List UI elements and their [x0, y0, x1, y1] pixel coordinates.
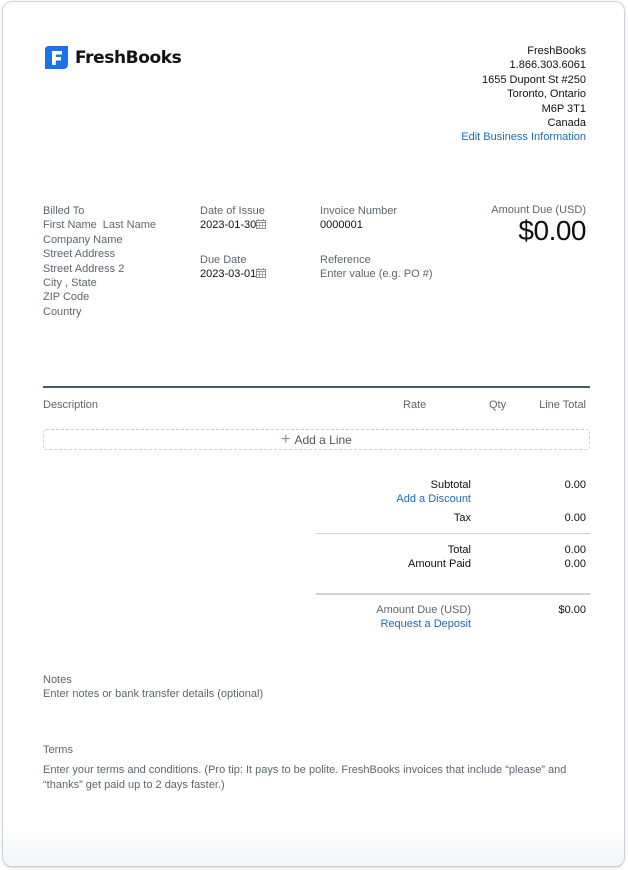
company-name-field[interactable]: Company Name: [43, 233, 156, 247]
column-header-qty: Qty: [489, 399, 507, 411]
dates-section: Date of Issue 2023-01-30 Due Date 2023-0…: [200, 204, 267, 282]
first-name-field[interactable]: First Name: [43, 219, 97, 231]
amount-paid-value: 0.00: [564, 558, 586, 570]
amount-due-divider: [316, 593, 590, 595]
add-line-button[interactable]: + Add a Line: [43, 429, 590, 450]
issue-date-field[interactable]: 2023-01-30: [200, 218, 267, 232]
terms-label: Terms: [43, 744, 73, 756]
add-discount-link[interactable]: Add a Discount: [396, 493, 471, 505]
tax-label: Tax: [453, 512, 471, 524]
zip-code-field[interactable]: ZIP Code: [43, 290, 156, 304]
billed-to-label: Billed To: [43, 205, 85, 217]
calendar-icon[interactable]: [256, 268, 267, 279]
due-date-field[interactable]: 2023-03-01: [200, 267, 267, 281]
terms-section: Terms Enter your terms and conditions. (…: [43, 743, 593, 792]
total-value: 0.00: [564, 544, 586, 556]
totals-amount-due-label: Amount Due (USD): [376, 604, 471, 616]
issue-date-label: Date of Issue: [200, 205, 265, 217]
business-address: 1655 Dupont St #250: [482, 73, 586, 86]
amount-due-value: $0.00: [518, 215, 586, 246]
business-city: Toronto, Ontario: [507, 88, 586, 101]
business-name: FreshBooks: [527, 45, 586, 57]
street-address-2-field[interactable]: Street Address 2: [43, 262, 156, 276]
edit-business-info-link[interactable]: Edit Business Information: [461, 130, 586, 144]
subtotal-label: Subtotal: [430, 479, 471, 491]
request-deposit-link[interactable]: Request a Deposit: [381, 618, 472, 630]
invoice-number-section: Invoice Number 0000001 Reference Enter v…: [320, 204, 433, 282]
last-name-field[interactable]: Last Name: [103, 219, 156, 231]
subtotal-value: 0.00: [564, 479, 586, 491]
notes-section: Notes Enter notes or bank transfer detai…: [43, 673, 263, 702]
totals-divider: [316, 533, 590, 534]
amount-paid-label: Amount Paid: [408, 558, 471, 570]
business-phone: 1.866.303.6061: [509, 59, 586, 72]
totals-amount-due-value: $0.00: [558, 604, 586, 616]
city-state-field[interactable]: City , State: [43, 276, 156, 290]
issue-date-value[interactable]: 2023-01-30: [200, 219, 256, 231]
invoice-card: FreshBooks FreshBooks 1.866.303.6061 165…: [2, 1, 625, 867]
street-address-field[interactable]: Street Address: [43, 247, 156, 261]
billed-to-section: Billed To First Name Last Name Company Na…: [43, 204, 156, 319]
column-header-rate: Rate: [403, 399, 427, 411]
freshbooks-logo-icon: [45, 46, 68, 69]
add-line-label: Add a Line: [294, 432, 352, 447]
amount-due-section: Amount Due (USD) $0.00: [491, 204, 586, 246]
business-info: FreshBooks 1.866.303.6061 1655 Dupont St…: [461, 44, 586, 145]
tax-value: 0.00: [564, 512, 586, 524]
due-date-label: Due Date: [200, 253, 247, 266]
invoice-number-field[interactable]: 0000001: [320, 218, 433, 232]
notes-label: Notes: [43, 674, 72, 686]
due-date-value[interactable]: 2023-03-01: [200, 268, 256, 280]
business-country: Canada: [547, 117, 586, 130]
invoice-number-label: Invoice Number: [320, 205, 398, 217]
plus-icon: +: [281, 430, 291, 448]
calendar-icon[interactable]: [256, 219, 267, 230]
country-field[interactable]: Country: [43, 305, 156, 319]
brand-logo: FreshBooks: [43, 44, 182, 71]
brand-name: FreshBooks: [75, 47, 182, 68]
business-postal: M6P 3T1: [541, 102, 586, 115]
notes-input[interactable]: Enter notes or bank transfer details (op…: [43, 687, 263, 701]
column-header-line-total: Line Total: [539, 399, 586, 411]
column-header-description: Description: [43, 399, 99, 411]
reference-input[interactable]: Enter value (e.g. PO #): [320, 267, 433, 281]
client-name[interactable]: First Name Last Name: [43, 218, 156, 232]
terms-input[interactable]: Enter your terms and conditions. (Pro ti…: [43, 763, 593, 792]
reference-label: Reference: [320, 253, 371, 266]
total-label: Total: [447, 544, 471, 556]
line-items-divider: [43, 386, 590, 388]
